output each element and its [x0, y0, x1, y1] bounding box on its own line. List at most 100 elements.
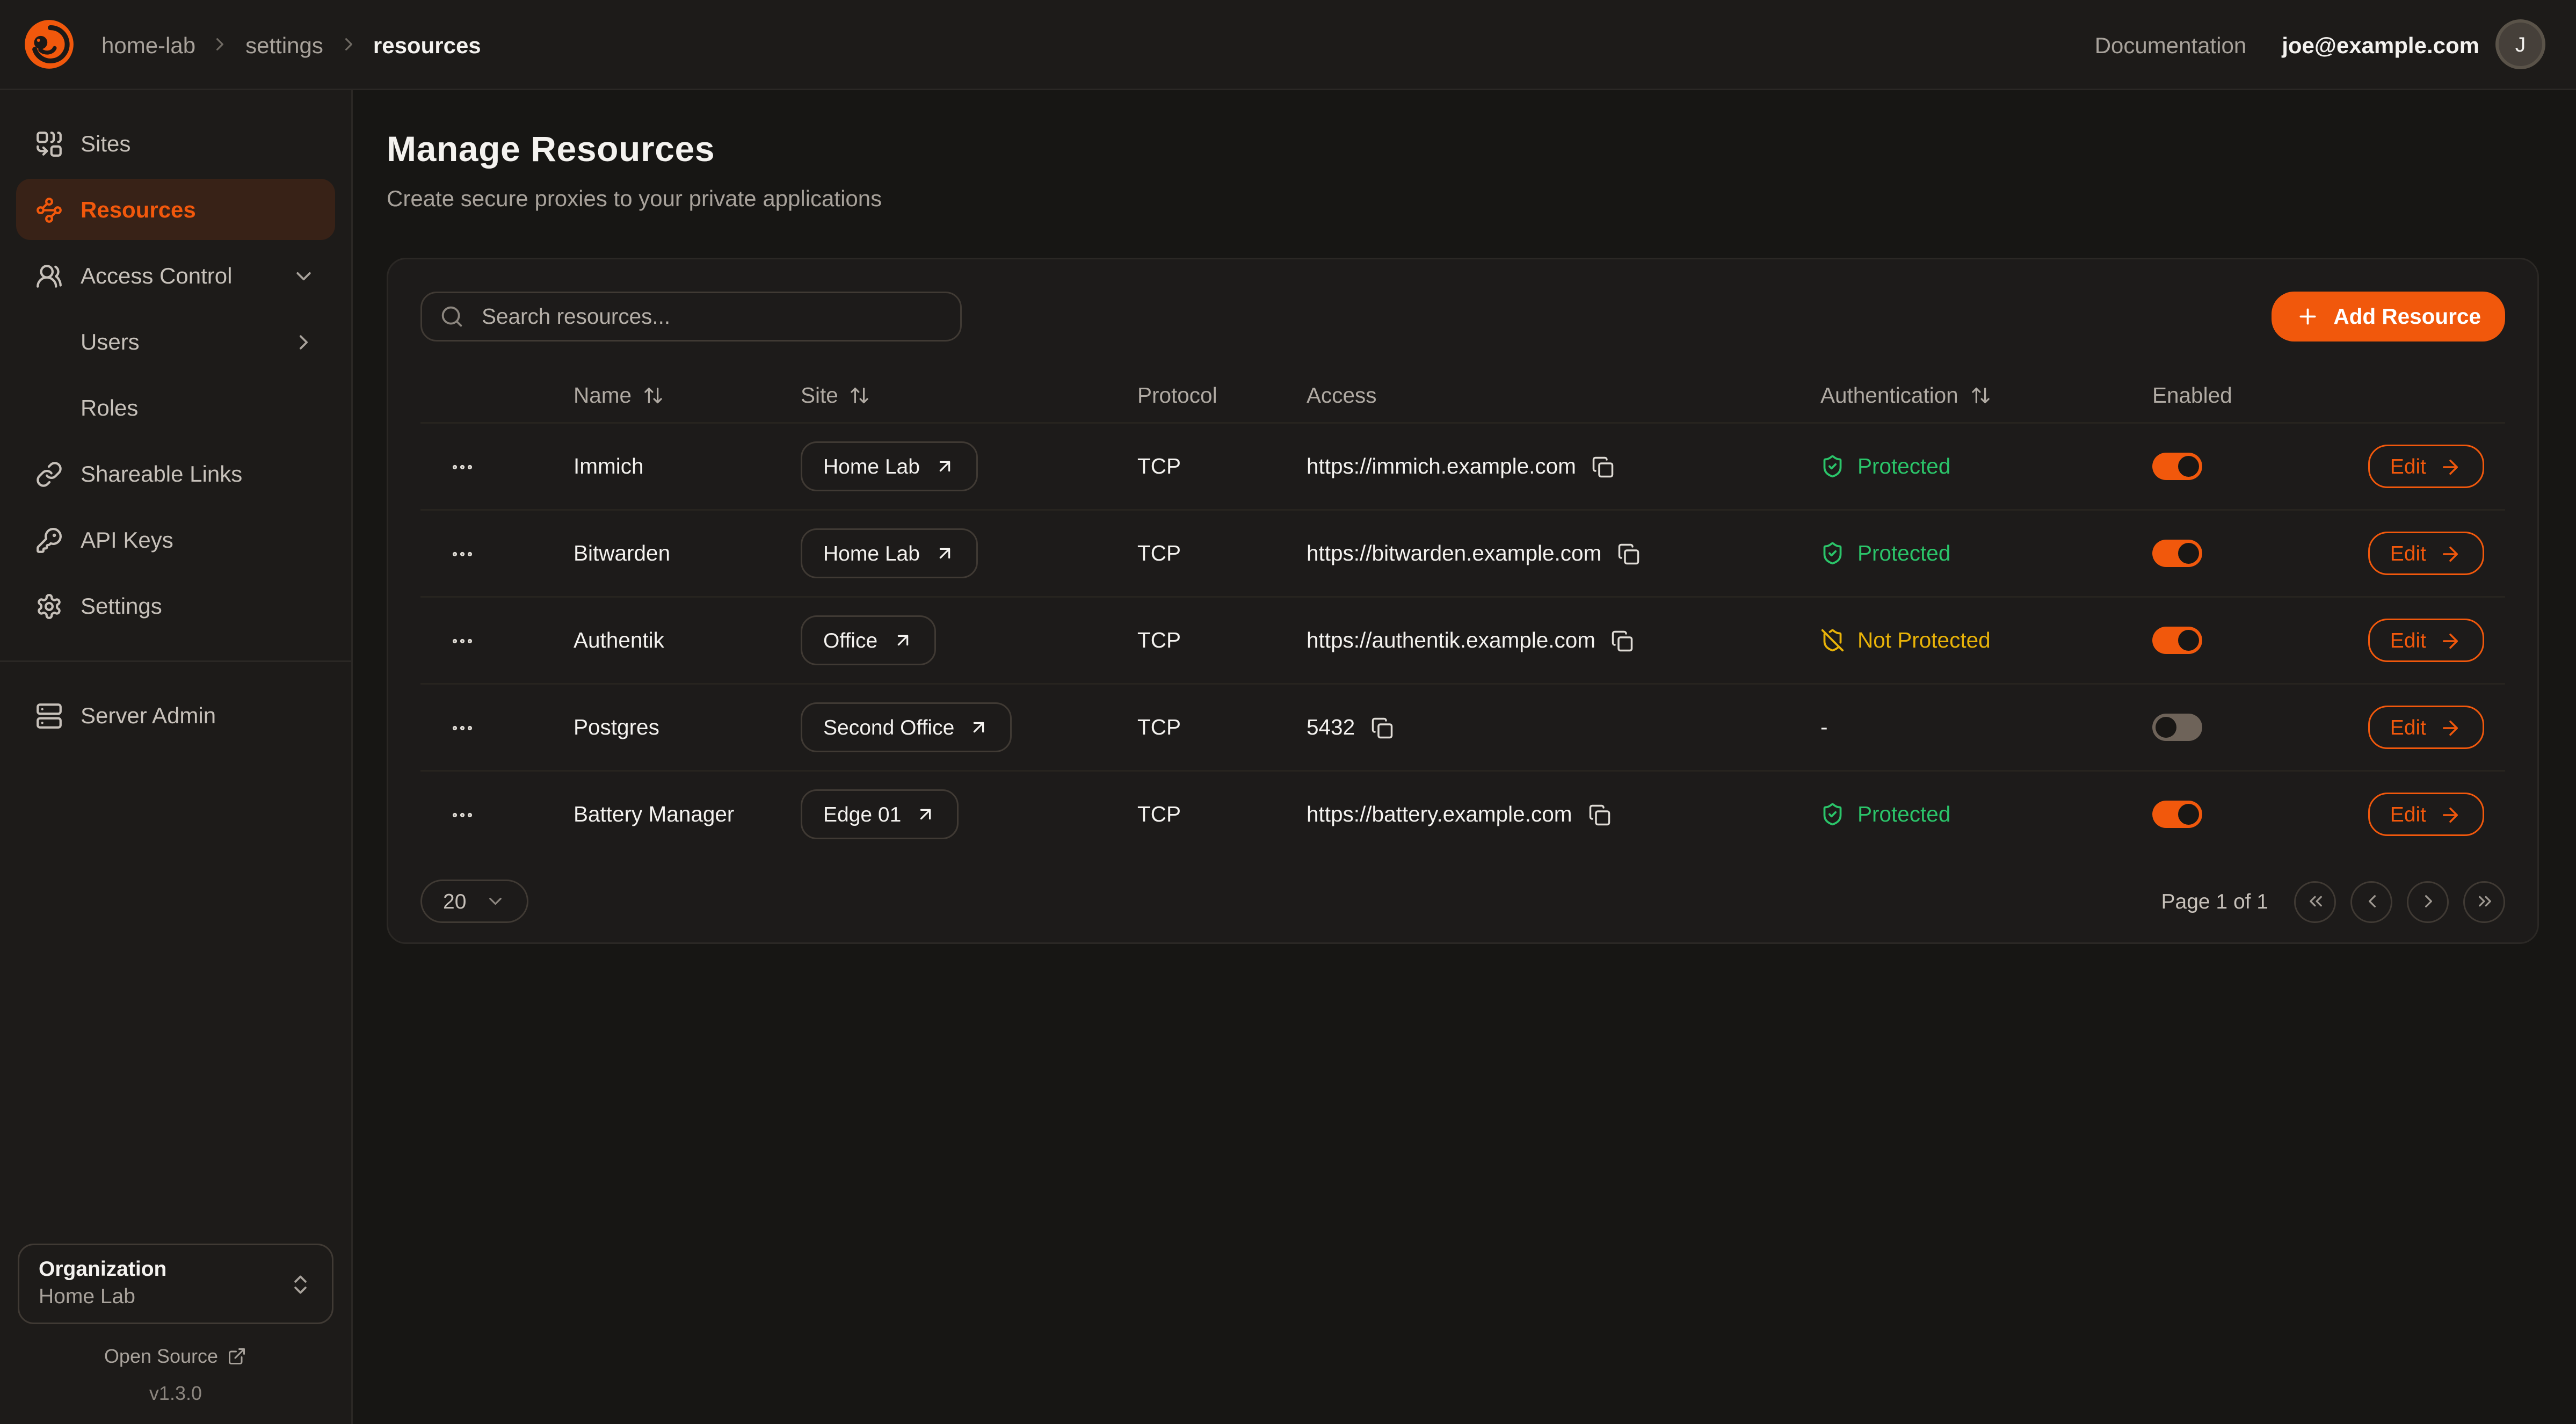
sidebar-item-resources[interactable]: Resources — [16, 179, 335, 240]
sidebar-item-users[interactable]: Users — [16, 311, 335, 372]
table-row: Battery Manager Edge 01 TCP https://batt… — [420, 770, 2505, 857]
breadcrumb-settings[interactable]: settings — [245, 32, 323, 57]
page-subtitle: Create secure proxies to your private ap… — [387, 185, 2539, 211]
user-email[interactable]: joe@example.com — [2282, 32, 2479, 57]
sidebar-item-access-control[interactable]: Access Control — [16, 245, 335, 306]
resource-name: Battery Manager — [574, 802, 734, 826]
sidebar-item-server-admin[interactable]: Server Admin — [16, 685, 335, 746]
authentication-status: - — [1820, 715, 2152, 739]
row-actions-button[interactable] — [449, 715, 475, 740]
site-link[interactable]: Second Office — [801, 702, 1012, 752]
chevrons-up-down-icon — [288, 1272, 313, 1296]
arrow-right-icon — [2439, 542, 2462, 565]
sidebar-item-settings[interactable]: Settings — [16, 575, 335, 636]
sidebar-item-shareable-links[interactable]: Shareable Links — [16, 443, 335, 504]
breadcrumb: home-lab settings resources — [101, 32, 481, 57]
toggle-knob — [2178, 630, 2199, 651]
row-actions-button[interactable] — [449, 802, 475, 827]
shield-check-icon — [1820, 541, 1845, 565]
site-link[interactable]: Home Lab — [801, 441, 978, 491]
edit-label: Edit — [2390, 802, 2426, 826]
search-input[interactable] — [478, 303, 942, 330]
row-actions-button[interactable] — [449, 628, 475, 653]
authentication-label: Protected — [1857, 541, 1950, 565]
copy-button[interactable] — [1588, 803, 1610, 826]
link-icon — [35, 460, 63, 488]
app-version: v1.3.0 — [16, 1382, 335, 1405]
edit-button[interactable]: Edit — [2368, 619, 2484, 662]
enabled-toggle[interactable] — [2152, 540, 2202, 567]
waypoints-icon — [35, 196, 63, 223]
server-icon — [35, 702, 63, 729]
arrow-right-icon — [2439, 803, 2462, 826]
last-page-button[interactable] — [2463, 881, 2505, 922]
edit-button[interactable]: Edit — [2368, 706, 2484, 749]
site-link[interactable]: Edge 01 — [801, 789, 959, 839]
copy-button[interactable] — [1612, 629, 1634, 652]
key-icon — [35, 526, 63, 554]
sidebar-item-roles[interactable]: Roles — [16, 377, 335, 438]
sidebar-item-sites[interactable]: Sites — [16, 113, 335, 174]
access-value: https://immich.example.com — [1307, 454, 1576, 478]
enabled-toggle[interactable] — [2152, 714, 2202, 741]
first-page-button[interactable] — [2294, 881, 2336, 922]
next-page-button[interactable] — [2407, 881, 2449, 922]
site-name: Office — [823, 628, 877, 652]
site-name: Home Lab — [823, 541, 920, 565]
breadcrumb-current: resources — [373, 32, 481, 57]
enabled-toggle[interactable] — [2152, 453, 2202, 480]
edit-button[interactable]: Edit — [2368, 793, 2484, 836]
page-size-select[interactable]: 20 — [420, 880, 529, 923]
app-logo-icon[interactable] — [23, 18, 76, 71]
column-header-name[interactable]: Name — [574, 383, 801, 407]
sidebar-item-label: Settings — [81, 593, 162, 619]
page-size-value: 20 — [443, 889, 466, 913]
site-name: Home Lab — [823, 454, 920, 478]
page-indicator: Page 1 of 1 — [2161, 889, 2269, 913]
sidebar-item-label: Shareable Links — [81, 461, 242, 486]
column-header-enabled: Enabled — [2152, 383, 2376, 407]
copy-button[interactable] — [1592, 455, 1615, 478]
org-selector-title: Organization — [39, 1257, 288, 1284]
site-name: Edge 01 — [823, 802, 901, 826]
previous-page-button[interactable] — [2350, 881, 2392, 922]
copy-button[interactable] — [1371, 716, 1394, 739]
edit-button[interactable]: Edit — [2368, 445, 2484, 488]
site-link[interactable]: Office — [801, 615, 935, 665]
breadcrumb-org[interactable]: home-lab — [101, 32, 195, 57]
row-actions-button[interactable] — [449, 541, 475, 566]
site-link[interactable]: Home Lab — [801, 528, 978, 578]
avatar[interactable]: J — [2495, 19, 2545, 69]
edit-button[interactable]: Edit — [2368, 532, 2484, 575]
topbar: home-lab settings resources Documentatio… — [0, 0, 2576, 90]
ellipsis-icon — [449, 802, 475, 827]
documentation-link[interactable]: Documentation — [2095, 32, 2247, 57]
org-selector-value: Home Lab — [39, 1284, 288, 1311]
arrow-right-icon — [2439, 629, 2462, 652]
authentication-label: Protected — [1857, 454, 1950, 478]
add-resource-button[interactable]: Add Resource — [2272, 292, 2505, 342]
resource-name: Bitwarden — [574, 541, 670, 565]
org-selector[interactable]: Organization Home Lab — [18, 1244, 333, 1324]
enabled-toggle[interactable] — [2152, 801, 2202, 828]
copy-button[interactable] — [1617, 542, 1640, 565]
sidebar: Sites Resources Access Control Users Rol… — [0, 90, 353, 1424]
edit-label: Edit — [2390, 541, 2426, 565]
resource-name: Authentik — [574, 628, 664, 652]
chevron-down-icon — [485, 891, 506, 912]
arrow-up-right-icon — [892, 630, 913, 651]
resource-name: Postgres — [574, 715, 659, 739]
edit-label: Edit — [2390, 628, 2426, 652]
column-header-authentication[interactable]: Authentication — [1820, 383, 2152, 407]
enabled-toggle[interactable] — [2152, 627, 2202, 654]
site-name: Second Office — [823, 715, 954, 739]
sidebar-item-api-keys[interactable]: API Keys — [16, 509, 335, 570]
arrow-up-right-icon — [934, 456, 955, 477]
chevron-right-icon — [210, 34, 231, 55]
open-source-link[interactable]: Open Source — [16, 1345, 335, 1368]
row-actions-button[interactable] — [449, 454, 475, 479]
sites-icon — [35, 130, 63, 157]
main-content: Manage Resources Create secure proxies t… — [353, 90, 2576, 1424]
shield-check-icon — [1820, 802, 1845, 826]
column-header-site[interactable]: Site — [801, 383, 1137, 407]
